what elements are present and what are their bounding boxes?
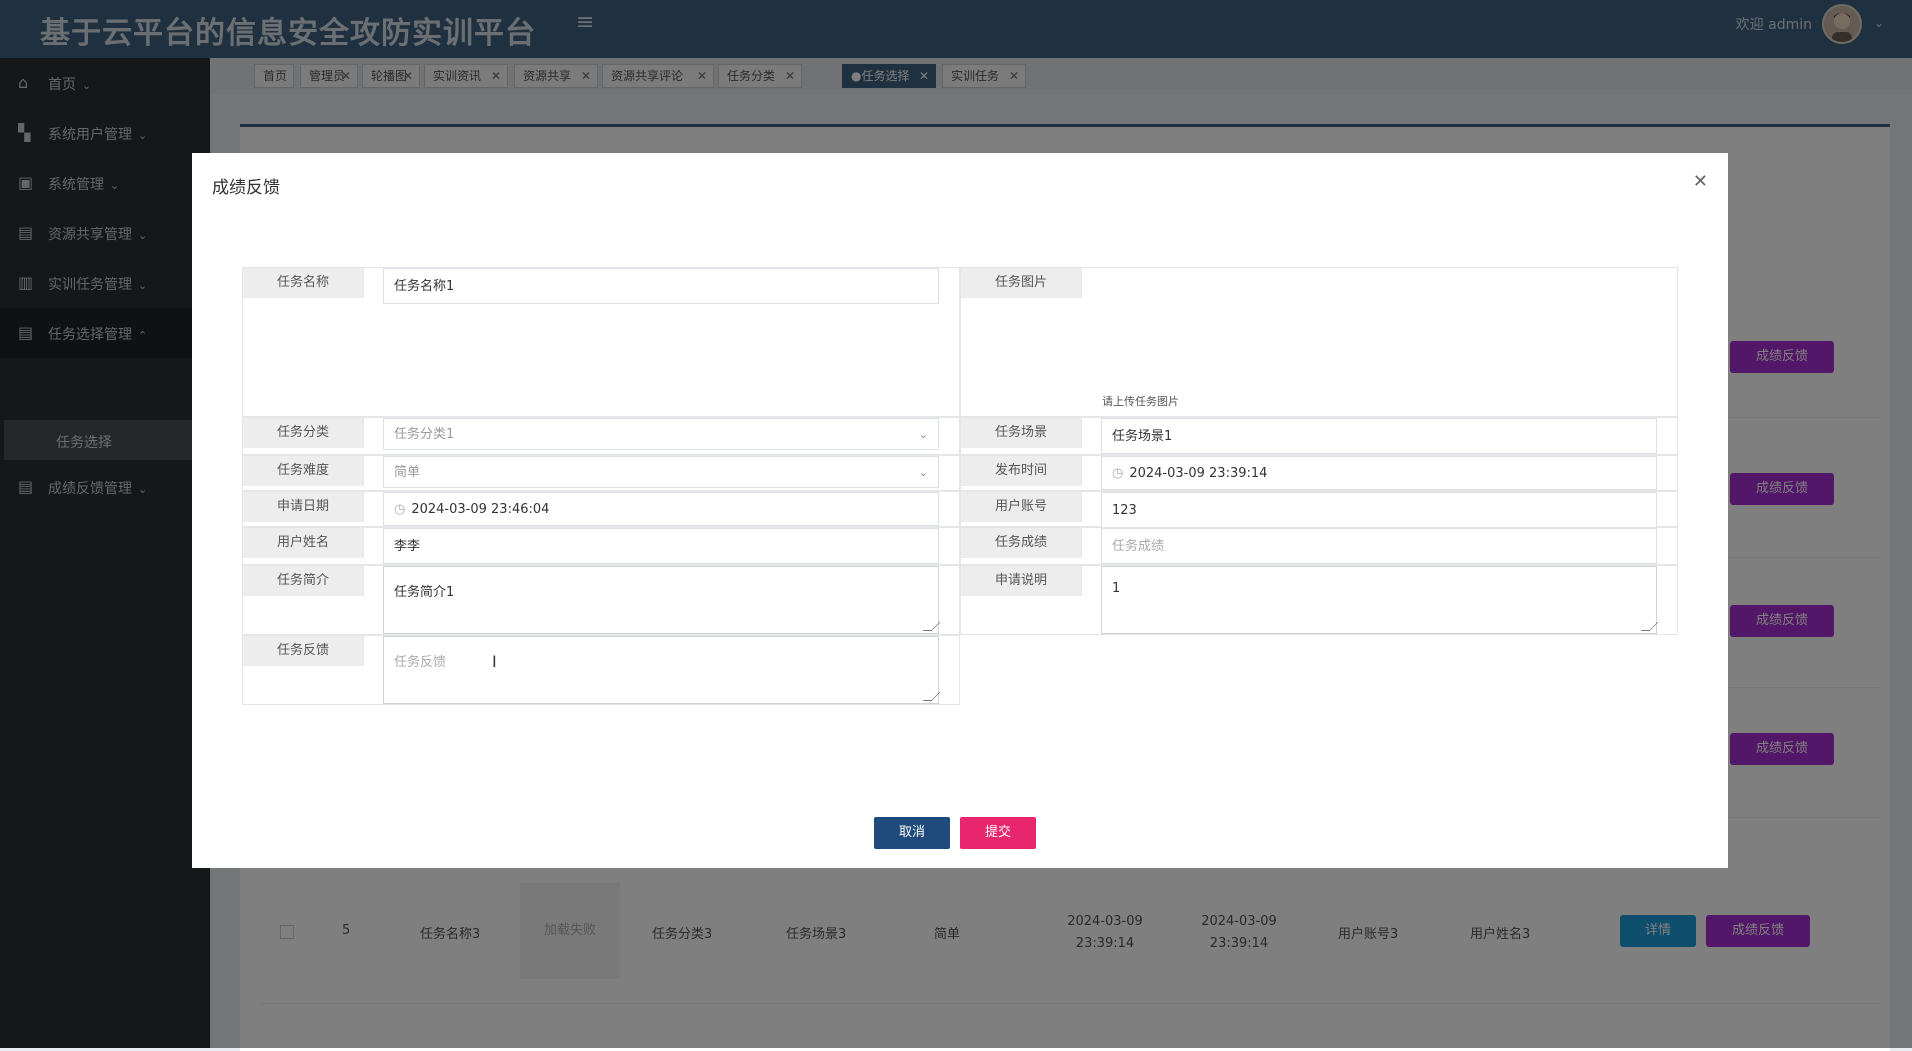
field-feedback: 任务反馈 任务反馈 — [242, 635, 960, 705]
cancel-button[interactable]: 取消 — [874, 817, 950, 849]
chevron-down-icon: ⌄ — [918, 428, 928, 441]
resize-handle-icon[interactable] — [922, 692, 941, 701]
label-score: 任务成绩 — [961, 528, 1082, 558]
difficulty-select[interactable]: 简单 ⌄ — [383, 456, 939, 488]
field-publish-time: 发布时间 ◷ 2024-03-09 23:39:14 — [960, 455, 1678, 491]
label-username: 用户姓名 — [243, 528, 364, 558]
intro-textarea[interactable]: 任务简介1 — [383, 566, 941, 634]
category-select[interactable]: 任务分类1 ⌄ — [383, 418, 939, 450]
score-feedback-dialog: 成绩反馈 ✕ 任务名称 任务名称1 任务图片 请上传任务图片 任务分类 任务分类… — [192, 153, 1728, 868]
chevron-down-icon: ⌄ — [918, 466, 928, 479]
close-icon[interactable]: ✕ — [1693, 171, 1708, 192]
label-apply-note: 申请说明 — [961, 566, 1082, 596]
clock-icon: ◷ — [394, 502, 406, 517]
modal-title: 成绩反馈 — [212, 178, 280, 198]
field-task-image: 任务图片 — [960, 267, 1678, 417]
label-intro: 任务简介 — [243, 566, 364, 596]
label-account: 用户账号 — [961, 492, 1082, 522]
field-category: 任务分类 任务分类1 ⌄ — [242, 417, 960, 455]
text-cursor-icon: I — [492, 654, 497, 670]
feedback-textarea[interactable]: 任务反馈 — [383, 636, 941, 704]
field-difficulty: 任务难度 简单 ⌄ — [242, 455, 960, 491]
field-account: 用户账号 123 — [960, 491, 1678, 528]
resize-handle-icon[interactable] — [1640, 622, 1659, 631]
account-input[interactable]: 123 — [1101, 492, 1657, 528]
field-task-name: 任务名称 任务名称1 — [242, 267, 960, 417]
task-name-input[interactable]: 任务名称1 — [383, 268, 939, 304]
apply-date-picker[interactable]: ◷ 2024-03-09 23:46:04 — [383, 492, 939, 526]
score-input[interactable]: 任务成绩 — [1101, 528, 1657, 564]
resize-handle-icon[interactable] — [922, 622, 941, 631]
submit-button[interactable]: 提交 — [960, 817, 1036, 849]
label-scene: 任务场景 — [961, 418, 1082, 448]
label-task-name: 任务名称 — [243, 268, 364, 298]
field-score: 任务成绩 任务成绩 — [960, 527, 1678, 565]
field-apply-date: 申请日期 ◷ 2024-03-09 23:46:04 — [242, 491, 960, 527]
label-task-image: 任务图片 — [961, 268, 1082, 298]
task-image-hint: 请上传任务图片 — [1102, 395, 1179, 408]
label-apply-date: 申请日期 — [243, 492, 364, 522]
field-intro: 任务简介 任务简介1 — [242, 565, 960, 635]
label-category: 任务分类 — [243, 418, 364, 448]
field-username: 用户姓名 李李 — [242, 527, 960, 565]
clock-icon: ◷ — [1112, 466, 1124, 481]
field-scene: 任务场景 任务场景1 — [960, 417, 1678, 455]
publish-time-picker[interactable]: ◷ 2024-03-09 23:39:14 — [1101, 456, 1657, 490]
scene-input[interactable]: 任务场景1 — [1101, 418, 1657, 454]
label-difficulty: 任务难度 — [243, 456, 364, 486]
apply-note-textarea[interactable]: 1 — [1101, 566, 1659, 634]
label-publish-time: 发布时间 — [961, 456, 1082, 486]
field-apply-note: 申请说明 1 — [960, 565, 1678, 635]
label-feedback: 任务反馈 — [243, 636, 364, 666]
username-input[interactable]: 李李 — [383, 528, 939, 564]
